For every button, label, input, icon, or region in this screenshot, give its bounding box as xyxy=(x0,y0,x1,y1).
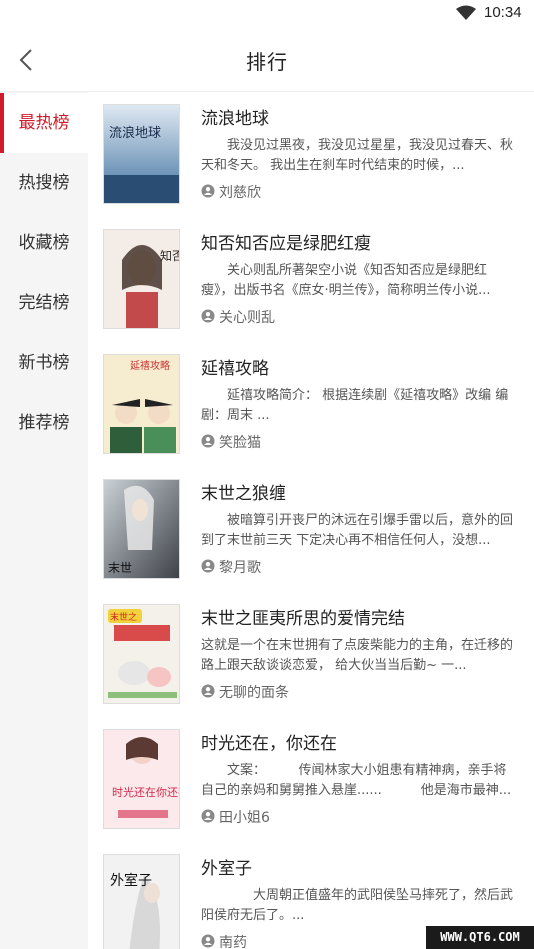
book-cover: 外室子 xyxy=(103,854,180,949)
sidebar-item-recommended[interactable]: 推荐榜 xyxy=(0,393,88,453)
sidebar-item-new-books[interactable]: 新书榜 xyxy=(0,333,88,393)
book-description: 文案： 传闻林家大小姐患有精神病，亲手将自己的亲妈和舅舅推入悬崖...... 他… xyxy=(201,763,512,798)
sidebar-item-hottest[interactable]: 最热榜 xyxy=(0,93,88,153)
status-time: 10:34 xyxy=(484,4,522,21)
author-name: 无聊的面条 xyxy=(219,685,289,701)
page-title: 排行 xyxy=(246,50,288,74)
book-list: 流浪地球 流浪地球 我没见过黑夜，我没见过星星，我没见过春天、秋天和冬天。 我出… xyxy=(88,92,534,949)
top-app-bar: 排行 xyxy=(0,28,534,92)
book-title: 时光还在，你还在 xyxy=(201,734,337,754)
book-description: 这就是一个在末世拥有了点废柴能力的主角，在迁移的路上跟天敌谈谈恋爱， 给大伙当当… xyxy=(201,638,514,673)
author-icon xyxy=(201,184,215,198)
author-name: 黎月歌 xyxy=(219,560,261,576)
author-icon xyxy=(201,434,215,448)
cover-title-text: 外室子 xyxy=(110,872,152,889)
book-item[interactable]: 流浪地球 流浪地球 我没见过黑夜，我没见过星星，我没见过春天、秋天和冬天。 我出… xyxy=(88,92,534,217)
author-icon xyxy=(201,809,215,823)
sidebar-item-hot-search[interactable]: 热搜榜 xyxy=(0,153,88,213)
ranking-sidebar: 最热榜 热搜榜 收藏榜 完结榜 新书榜 推荐榜 xyxy=(0,92,88,949)
cover-title-text: 流浪地球 xyxy=(109,126,161,141)
cover-title-text: 时光还在你还在 xyxy=(112,785,180,799)
cover-title-text: 延禧攻略 xyxy=(130,359,170,372)
book-cover: 延禧攻略 xyxy=(103,354,180,454)
book-cover: 时光还在你还在 xyxy=(103,729,180,829)
wifi-icon xyxy=(456,5,476,20)
book-cover: 末世之 xyxy=(103,604,180,704)
site-watermark: WWW.QT6.COM xyxy=(426,926,534,949)
book-description: 大周朝正值盛年的武阳侯坠马摔死了，然后武阳侯府无后了。... xyxy=(201,888,514,923)
author-name: 关心则乱 xyxy=(219,310,275,326)
author-icon xyxy=(201,684,215,698)
book-title: 知否知否应是绿肥红瘦 xyxy=(201,234,371,254)
book-title: 末世之狼缠 xyxy=(201,484,286,504)
book-item[interactable]: 知否 知否知否应是绿肥红瘦 关心则乱所著架空小说《知否知否应是绿肥红瘦》，出版书… xyxy=(88,217,534,342)
cover-title-text: 知否 xyxy=(160,249,180,263)
book-title: 外室子 xyxy=(201,859,252,879)
book-item[interactable]: 末世 末世之狼缠 被暗算引开丧尸的沐远在引爆手雷以后，意外的回到了末世前三天 下… xyxy=(88,467,534,592)
author-icon xyxy=(201,309,215,323)
author-name: 田小姐6 xyxy=(219,810,270,826)
cover-title-text: 末世之 xyxy=(110,611,137,623)
author-name: 刘慈欣 xyxy=(219,185,261,201)
book-description: 关心则乱所著架空小说《知否知否应是绿肥红瘦》，出版书名《庶女·明兰传》，简称明兰… xyxy=(201,263,491,298)
book-description: 延禧攻略简介： 根据连续剧《延禧攻略》改编 编剧：周末 ... xyxy=(201,388,509,423)
author-icon xyxy=(201,934,215,948)
status-bar: 10:34 xyxy=(0,0,534,28)
sidebar-item-completed[interactable]: 完结榜 xyxy=(0,273,88,333)
author-name: 南药 xyxy=(219,935,247,949)
book-description: 被暗算引开丧尸的沐远在引爆手雷以后，意外的回到了末世前三天 下定决心再不相信任何… xyxy=(201,513,514,548)
sidebar-item-favorites[interactable]: 收藏榜 xyxy=(0,213,88,273)
book-title: 末世之匪夷所思的爱情完结 xyxy=(201,609,405,629)
book-title: 流浪地球 xyxy=(201,109,269,129)
book-cover: 末世 xyxy=(103,479,180,579)
book-title: 延禧攻略 xyxy=(201,359,269,379)
author-icon xyxy=(201,559,215,573)
book-item[interactable]: 延禧攻略 延禧攻略 延禧攻略简介： 根据连续剧《延禧攻略》改编 编剧：周末 ..… xyxy=(88,342,534,467)
author-name: 笑脸猫 xyxy=(219,435,261,451)
book-item[interactable]: 末世之 末世之匪夷所思的爱情完结 这就是一个在末世拥有了点废柴能力的主角，在迁移… xyxy=(88,592,534,717)
book-description: 我没见过黑夜，我没见过星星，我没见过春天、秋天和冬天。 我出生在刹车时代结束的时… xyxy=(201,138,514,173)
book-cover: 知否 xyxy=(103,229,180,329)
book-item[interactable]: 时光还在你还在 时光还在，你还在 文案： 传闻林家大小姐患有精神病，亲手将自己的… xyxy=(88,717,534,842)
book-cover: 流浪地球 xyxy=(103,104,180,204)
cover-title-text: 末世 xyxy=(108,561,132,575)
